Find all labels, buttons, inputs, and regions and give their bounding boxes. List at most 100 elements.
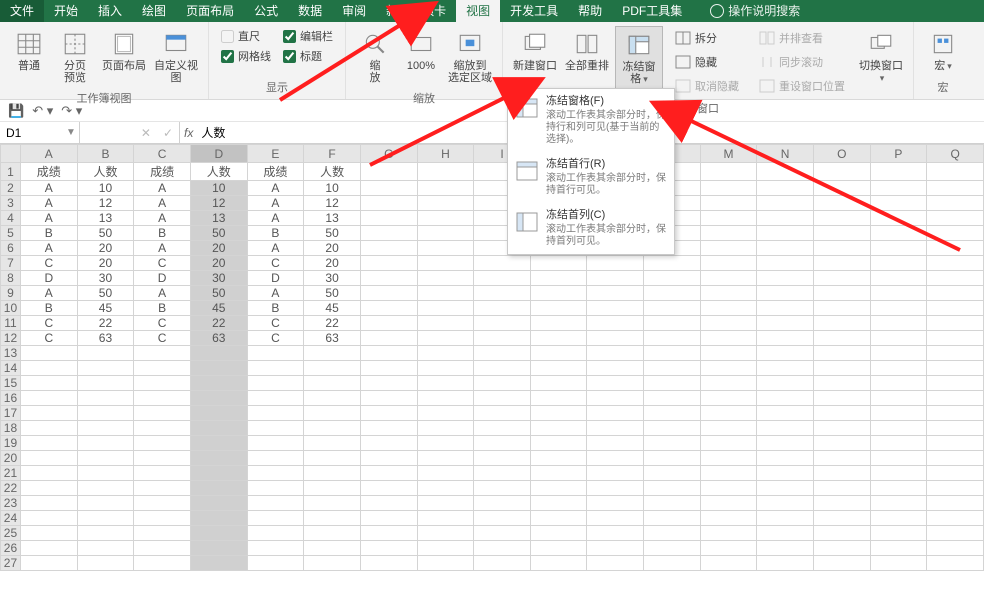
- cell[interactable]: [77, 481, 134, 496]
- cell[interactable]: [813, 451, 870, 466]
- cell[interactable]: [304, 541, 361, 556]
- row-header[interactable]: 7: [1, 256, 21, 271]
- view-pagelayout-button[interactable]: 页面布局: [100, 26, 148, 76]
- cell[interactable]: 20: [190, 241, 247, 256]
- cell[interactable]: [530, 496, 587, 511]
- cell[interactable]: [360, 226, 417, 241]
- cell[interactable]: [417, 511, 474, 526]
- cell[interactable]: [247, 511, 304, 526]
- cell[interactable]: [417, 316, 474, 331]
- cell[interactable]: [587, 286, 644, 301]
- tab-pdf[interactable]: PDF工具集: [612, 0, 692, 22]
- cell[interactable]: [360, 556, 417, 571]
- cell[interactable]: [700, 436, 757, 451]
- cell[interactable]: [530, 511, 587, 526]
- cell[interactable]: [134, 376, 191, 391]
- cell[interactable]: [927, 466, 984, 481]
- cell[interactable]: [813, 526, 870, 541]
- row-header[interactable]: 18: [1, 421, 21, 436]
- cell[interactable]: C: [247, 316, 304, 331]
- cell[interactable]: [474, 301, 531, 316]
- cell[interactable]: [474, 421, 531, 436]
- tab-page-layout[interactable]: 页面布局: [176, 0, 244, 22]
- cell[interactable]: [870, 271, 927, 286]
- tab-review[interactable]: 审阅: [332, 0, 376, 22]
- cell[interactable]: [247, 451, 304, 466]
- cell[interactable]: [813, 406, 870, 421]
- cell[interactable]: [417, 526, 474, 541]
- cell[interactable]: [644, 256, 701, 271]
- row-header[interactable]: 16: [1, 391, 21, 406]
- tab-help[interactable]: 帮助: [568, 0, 612, 22]
- chk-ruler-box[interactable]: [221, 30, 234, 43]
- macros-button[interactable]: 宏: [922, 26, 964, 76]
- cell[interactable]: [757, 406, 814, 421]
- col-header-E[interactable]: E: [247, 145, 304, 163]
- cell[interactable]: 12: [77, 196, 134, 211]
- cell[interactable]: [587, 541, 644, 556]
- tab-developer[interactable]: 开发工具: [500, 0, 568, 22]
- zoom-to-sel-button[interactable]: 缩放到 选定区域: [446, 26, 494, 88]
- cell[interactable]: [927, 301, 984, 316]
- row-header[interactable]: 15: [1, 376, 21, 391]
- cell[interactable]: 成绩: [134, 163, 191, 181]
- cell[interactable]: [644, 271, 701, 286]
- tab-insert[interactable]: 插入: [88, 0, 132, 22]
- cell[interactable]: [870, 466, 927, 481]
- cell[interactable]: [304, 421, 361, 436]
- cell[interactable]: 20: [304, 256, 361, 271]
- cell[interactable]: [927, 256, 984, 271]
- cell[interactable]: C: [134, 316, 191, 331]
- cell[interactable]: [644, 361, 701, 376]
- cell[interactable]: [813, 286, 870, 301]
- cell[interactable]: [813, 361, 870, 376]
- cell[interactable]: [134, 556, 191, 571]
- cell[interactable]: [474, 466, 531, 481]
- cell[interactable]: [474, 436, 531, 451]
- cell[interactable]: A: [134, 196, 191, 211]
- cell[interactable]: [247, 376, 304, 391]
- view-pagebreak-button[interactable]: 分页 预览: [54, 26, 96, 88]
- cell[interactable]: A: [247, 241, 304, 256]
- cell[interactable]: [700, 376, 757, 391]
- freeze-top-row-menuitem[interactable]: 冻结首行(R)滚动工作表其余部分时，保持首行可见。: [508, 152, 674, 203]
- cell[interactable]: [360, 436, 417, 451]
- cell[interactable]: D: [20, 271, 77, 286]
- cell[interactable]: [134, 541, 191, 556]
- cell[interactable]: [927, 163, 984, 181]
- cell[interactable]: [644, 406, 701, 421]
- cell[interactable]: [757, 391, 814, 406]
- cell[interactable]: [247, 481, 304, 496]
- cell[interactable]: [20, 466, 77, 481]
- cell[interactable]: B: [20, 226, 77, 241]
- cell[interactable]: [813, 556, 870, 571]
- cell[interactable]: [700, 361, 757, 376]
- cell[interactable]: [247, 526, 304, 541]
- row-header[interactable]: 23: [1, 496, 21, 511]
- cell[interactable]: [587, 346, 644, 361]
- cell[interactable]: [530, 391, 587, 406]
- cell[interactable]: [700, 391, 757, 406]
- cell[interactable]: [700, 286, 757, 301]
- cell[interactable]: [247, 466, 304, 481]
- cell[interactable]: [757, 481, 814, 496]
- cell[interactable]: [190, 466, 247, 481]
- cell[interactable]: [813, 541, 870, 556]
- cell[interactable]: [474, 286, 531, 301]
- cell[interactable]: [927, 316, 984, 331]
- cell[interactable]: [813, 331, 870, 346]
- cell[interactable]: A: [134, 211, 191, 226]
- cell[interactable]: [700, 181, 757, 196]
- cell[interactable]: 13: [190, 211, 247, 226]
- cell[interactable]: [587, 301, 644, 316]
- cell[interactable]: 人数: [304, 163, 361, 181]
- cell[interactable]: [474, 346, 531, 361]
- cell[interactable]: [530, 436, 587, 451]
- switch-window-button[interactable]: 切换窗口: [857, 26, 905, 88]
- cell[interactable]: [190, 346, 247, 361]
- cell[interactable]: [190, 376, 247, 391]
- cell[interactable]: [77, 361, 134, 376]
- col-header-O[interactable]: O: [813, 145, 870, 163]
- undo-icon[interactable]: ↶ ▾: [32, 103, 53, 119]
- cell[interactable]: [417, 271, 474, 286]
